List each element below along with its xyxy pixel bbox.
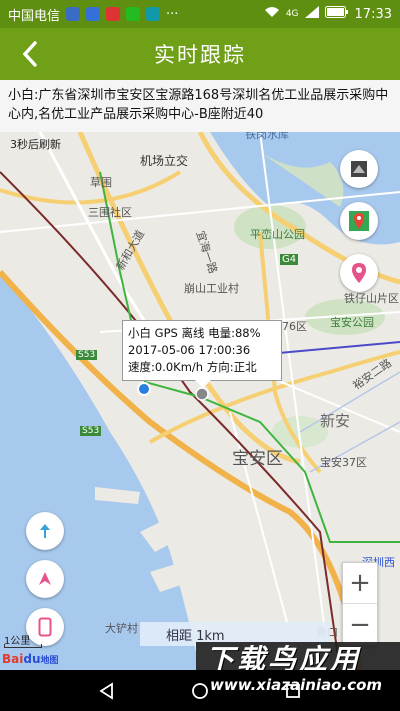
map-label: 大铲村 bbox=[105, 622, 138, 635]
phone-icon bbox=[38, 617, 52, 637]
google-maps-button[interactable] bbox=[340, 202, 378, 240]
baidu-logo-blue: du bbox=[23, 652, 41, 666]
popup-speed: 速度:0.0Km/h 方向:正北 bbox=[128, 360, 257, 374]
notification-icon bbox=[66, 7, 81, 21]
highway-shield: S53 bbox=[80, 426, 102, 436]
map-layer-button[interactable] bbox=[340, 150, 378, 188]
map-label: 平峦山公园 bbox=[250, 228, 305, 241]
satellite-icon bbox=[351, 161, 367, 177]
track-button[interactable] bbox=[26, 512, 64, 550]
map-label: 草围 bbox=[90, 176, 112, 189]
popup-time: 2017-05-06 17:00:36 bbox=[128, 343, 251, 357]
location-pin-icon bbox=[352, 263, 366, 283]
location-pin-button[interactable] bbox=[340, 254, 378, 292]
refresh-countdown: 3秒后刷新 bbox=[10, 138, 61, 151]
map-label: 宝安公园 bbox=[330, 316, 374, 329]
notification-icon bbox=[106, 7, 121, 21]
phone-location-button[interactable] bbox=[26, 608, 64, 646]
map-label: 宝安37区 bbox=[320, 456, 367, 469]
zoom-control: + − bbox=[342, 562, 378, 646]
popup-status: 小白 GPS 离线 电量:88% bbox=[128, 326, 261, 340]
notification-icon bbox=[86, 7, 101, 21]
watermark-title: 下载鸟应用 bbox=[206, 643, 362, 670]
map-label: 新安 bbox=[320, 412, 351, 430]
highway-shield: G4 bbox=[280, 254, 299, 265]
map-label: 铁仔山片区 bbox=[344, 292, 399, 305]
map-label: 崩山工业村 bbox=[184, 282, 239, 295]
zoom-in-button[interactable]: + bbox=[343, 563, 377, 604]
wifi-icon bbox=[264, 6, 280, 22]
baidu-logo-suffix: 地图 bbox=[40, 656, 59, 666]
scale-bar bbox=[4, 644, 42, 648]
map-label: 宝安区 bbox=[232, 449, 283, 469]
wechat-icon bbox=[126, 7, 141, 21]
device-info-popup[interactable]: 小白 GPS 离线 电量:88% 2017-05-06 17:00:36 速度:… bbox=[122, 320, 282, 388]
navigation-arrow-icon bbox=[39, 572, 51, 585]
clock: 17:33 bbox=[354, 6, 392, 22]
status-bar: 中国电信 ··· 4G 17:33 bbox=[0, 0, 400, 28]
map-label: 机场立交 bbox=[140, 154, 189, 168]
chevron-left-icon bbox=[22, 41, 37, 67]
map-label: 铁岗水库 bbox=[245, 132, 289, 141]
circle-home-icon bbox=[192, 682, 208, 699]
app-header: 实时跟踪 bbox=[0, 28, 400, 80]
back-button[interactable] bbox=[8, 28, 52, 80]
battery-icon bbox=[324, 6, 349, 22]
signal-icon bbox=[304, 6, 319, 22]
baidu-logo-red: Bai bbox=[2, 652, 24, 666]
nav-back-button[interactable] bbox=[87, 676, 127, 706]
network-label: 4G bbox=[285, 9, 299, 19]
navigate-button[interactable] bbox=[26, 560, 64, 598]
address-text: 小白:广东省深圳市宝安区宝源路168号深圳名优工业品展示采购中心内,名优工业产品… bbox=[0, 80, 400, 132]
highway-shield: S53 bbox=[76, 350, 98, 360]
arrows-icon bbox=[40, 524, 50, 538]
page-title: 实时跟踪 bbox=[154, 43, 246, 67]
carrier-label: 中国电信 bbox=[8, 8, 61, 24]
map-label: 三围社区 bbox=[88, 206, 132, 219]
triangle-back-icon bbox=[98, 681, 113, 700]
watermark-url: www.xiazainiao.com bbox=[210, 676, 383, 694]
notification-icon bbox=[146, 7, 161, 21]
map-label: 76区 bbox=[282, 320, 307, 333]
more-dots: ··· bbox=[166, 6, 179, 22]
map-pin-icon bbox=[349, 211, 369, 231]
baidu-logo: Baidu地图 bbox=[2, 652, 59, 666]
map-view[interactable]: 3秒后刷新 机场立交 草围 三围社区 新和大道 平峦山公园 宜海一路 铁岗水库 … bbox=[0, 132, 400, 670]
